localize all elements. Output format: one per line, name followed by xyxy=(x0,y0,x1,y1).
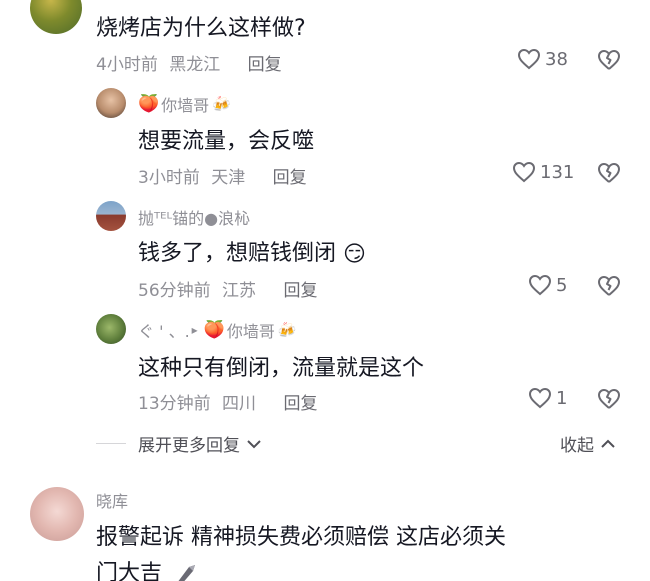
knife-icon xyxy=(178,565,196,581)
top-comment-meta: 4小时前 黑龙江 回复 xyxy=(96,50,282,75)
reply-meta: 3小时前 天津 回复 xyxy=(138,163,307,188)
like-button[interactable]: 131 xyxy=(512,161,574,183)
comment-location: 四川 xyxy=(222,394,257,414)
comment-time: 13分钟前 xyxy=(138,394,211,414)
reply-from-author: ぐ ' 、. xyxy=(138,322,190,341)
broken-heart-icon[interactable] xyxy=(596,162,622,184)
comment-location: 天津 xyxy=(211,168,246,188)
beer-icon: 🍻 xyxy=(212,95,231,113)
comment-time: 4小时前 xyxy=(96,55,158,75)
broken-heart-icon[interactable] xyxy=(596,275,622,297)
reply-text: 钱多了，想赔钱倒闭 😏 xyxy=(138,235,366,267)
comment-location: 江苏 xyxy=(222,281,257,301)
comment-text-line-2-content: 门大吉 xyxy=(96,561,163,581)
reply-author[interactable]: 抛ᵀᴱᴸ锚的●浪杺 xyxy=(138,205,250,229)
divider xyxy=(96,443,126,444)
comment-author[interactable]: 晓库 xyxy=(96,488,128,512)
reply-button[interactable]: 回复 xyxy=(283,394,317,414)
collapse-label: 收起 xyxy=(560,436,594,456)
like-button[interactable]: 5 xyxy=(528,274,567,296)
reply-text: 这种只有倒闭，流量就是这个 xyxy=(138,356,425,381)
reply-author[interactable]: 🍑 你墙哥 🍻 xyxy=(138,92,231,116)
reply-author-name: 你墙哥 xyxy=(226,322,275,341)
beer-icon: 🍻 xyxy=(277,321,297,339)
expand-more-replies-label: 展开更多回复 xyxy=(138,436,240,456)
like-count: 1 xyxy=(556,387,568,409)
comment-text-line-1: 报警起诉 精神损失费必须赔偿 这店必须关 xyxy=(96,525,506,550)
like-count: 38 xyxy=(545,48,568,70)
broken-heart-icon[interactable] xyxy=(596,49,622,71)
chevron-up-icon xyxy=(601,439,615,448)
like-count: 5 xyxy=(556,274,568,296)
heart-icon xyxy=(528,387,552,409)
chevron-down-icon xyxy=(247,439,261,448)
collapse-button[interactable]: 收起 xyxy=(560,431,616,456)
reply-text: 想要流量，会反噬 xyxy=(138,129,315,154)
broken-heart-icon[interactable] xyxy=(596,388,622,410)
comment-time: 3小时前 xyxy=(138,168,200,188)
reply-meta: 13分钟前 四川 回复 xyxy=(138,389,317,414)
reply-meta: 56分钟前 江苏 回复 xyxy=(138,276,317,301)
reply-button[interactable]: 回复 xyxy=(273,168,307,188)
peach-icon: 🍑 xyxy=(203,320,225,340)
top-comment-text: 烧烤店为什么这样做? xyxy=(96,16,306,41)
reply-text-content: 钱多了，想赔钱倒闭 xyxy=(138,241,337,266)
heart-icon xyxy=(528,274,552,296)
smirk-emoji-icon: 😏 xyxy=(343,241,366,267)
avatar-top-comment[interactable] xyxy=(30,0,82,34)
avatar-reply-1[interactable] xyxy=(96,88,126,118)
peach-icon: 🍑 xyxy=(138,94,160,114)
like-button[interactable]: 1 xyxy=(528,387,567,409)
comment-text-line-2: 门大吉 xyxy=(96,555,199,581)
reply-author[interactable]: ぐ ' 、. ▸ 🍑 你墙哥 🍻 xyxy=(138,318,297,342)
like-button[interactable]: 38 xyxy=(517,48,568,70)
like-count: 131 xyxy=(540,161,575,183)
avatar-reply-2[interactable] xyxy=(96,201,126,231)
reply-button[interactable]: 回复 xyxy=(283,281,317,301)
expand-more-replies-button[interactable]: 展开更多回复 xyxy=(138,431,262,456)
avatar-reply-3[interactable] xyxy=(96,314,126,344)
avatar-next-comment[interactable] xyxy=(30,487,84,541)
reply-button[interactable]: 回复 xyxy=(248,55,282,75)
reply-arrow-icon: ▸ xyxy=(191,323,198,337)
comment-location: 黑龙江 xyxy=(169,55,221,75)
reply-author-name: 你墙哥 xyxy=(161,96,210,115)
heart-icon xyxy=(517,48,541,70)
heart-icon xyxy=(512,161,536,183)
comment-time: 56分钟前 xyxy=(138,281,211,301)
